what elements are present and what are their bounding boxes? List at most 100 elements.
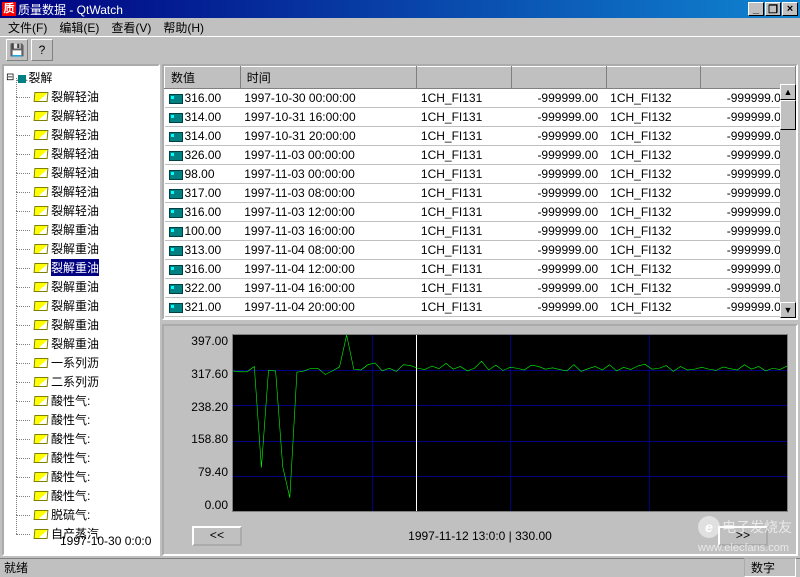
row-icon bbox=[169, 94, 183, 104]
row-icon bbox=[169, 265, 183, 275]
help-button[interactable]: ? bbox=[31, 39, 53, 61]
row-icon bbox=[169, 284, 183, 294]
tree-item[interactable]: 酸性气: bbox=[6, 410, 156, 429]
y-tick-label: 397.00 bbox=[172, 334, 228, 348]
menu-file[interactable]: 文件(F) bbox=[4, 19, 51, 36]
status-left: 就绪 bbox=[4, 559, 28, 576]
tag-icon bbox=[34, 377, 49, 387]
row-icon bbox=[169, 303, 183, 313]
tag-icon bbox=[34, 491, 49, 501]
tree-item-label: 酸性气: bbox=[51, 468, 90, 485]
menu-bar: 文件(F) 编辑(E) 查看(V) 帮助(H) bbox=[0, 18, 800, 36]
row-icon bbox=[169, 170, 183, 180]
table-row[interactable]: 314.001997-10-31 20:00:001CH_FI131-99999… bbox=[165, 127, 796, 146]
window-title: 质量数据 - QtWatch bbox=[18, 1, 748, 18]
tree-item[interactable]: 酸性气: bbox=[6, 391, 156, 410]
tree-item[interactable]: 酸性气: bbox=[6, 429, 156, 448]
menu-view[interactable]: 查看(V) bbox=[107, 19, 155, 36]
tag-icon bbox=[34, 434, 49, 444]
row-icon bbox=[169, 227, 183, 237]
tree-item[interactable]: 裂解重油 bbox=[6, 277, 156, 296]
menu-edit[interactable]: 编辑(E) bbox=[55, 19, 103, 36]
table-row[interactable]: 317.001997-11-03 08:00:001CH_FI131-99999… bbox=[165, 184, 796, 203]
row-icon bbox=[169, 246, 183, 256]
chart-next-button[interactable]: >> bbox=[718, 526, 768, 546]
table-row[interactable]: 100.001997-11-03 16:00:001CH_FI131-99999… bbox=[165, 222, 796, 241]
tree-item[interactable]: 裂解重油 bbox=[6, 334, 156, 353]
table-row[interactable]: 322.001997-11-04 16:00:001CH_FI131-99999… bbox=[165, 279, 796, 298]
tree-item[interactable]: 酸性气: bbox=[6, 486, 156, 505]
tag-icon bbox=[34, 339, 49, 349]
menu-help[interactable]: 帮助(H) bbox=[159, 19, 208, 36]
tree-item[interactable]: 裂解轻油 bbox=[6, 182, 156, 201]
table-row[interactable]: 98.001997-11-03 00:00:001CH_FI131-999999… bbox=[165, 165, 796, 184]
tree-item[interactable]: 裂解重油 bbox=[6, 296, 156, 315]
tree-item[interactable]: 裂解轻油 bbox=[6, 87, 156, 106]
tree-item-label: 裂解重油 bbox=[51, 240, 99, 257]
tree-item-label: 裂解轻油 bbox=[51, 183, 99, 200]
tree-item[interactable]: 裂解轻油 bbox=[6, 201, 156, 220]
tag-icon bbox=[34, 244, 49, 254]
tree-item[interactable]: 裂解轻油 bbox=[6, 106, 156, 125]
grid-scrollbar[interactable]: ▲ ▼ bbox=[780, 84, 796, 318]
tree-item[interactable]: 裂解轻油 bbox=[6, 125, 156, 144]
chart-prev-button[interactable]: << bbox=[192, 526, 242, 546]
tree-item[interactable]: 酸性气: bbox=[6, 448, 156, 467]
row-icon bbox=[169, 208, 183, 218]
tree-item[interactable]: 一系列沥 bbox=[6, 353, 156, 372]
table-row[interactable]: 313.001997-11-04 08:00:001CH_FI131-99999… bbox=[165, 241, 796, 260]
tree-item-label: 酸性气: bbox=[51, 449, 90, 466]
tree-item[interactable]: 酸性气: bbox=[6, 467, 156, 486]
tree-item-label: 裂解轻油 bbox=[51, 164, 99, 181]
table-row[interactable]: 314.001997-10-31 16:00:001CH_FI131-99999… bbox=[165, 108, 796, 127]
y-tick-label: 158.80 bbox=[172, 432, 228, 446]
save-button[interactable]: 💾 bbox=[6, 39, 28, 61]
tag-icon bbox=[34, 225, 49, 235]
tag-icon bbox=[34, 263, 49, 273]
scroll-down-icon[interactable]: ▼ bbox=[780, 302, 796, 318]
column-header[interactable] bbox=[512, 67, 607, 89]
tree-view[interactable]: 裂解 裂解轻油裂解轻油裂解轻油裂解轻油裂解轻油裂解轻油裂解轻油裂解重油裂解重油裂… bbox=[2, 64, 160, 556]
chart-plot[interactable] bbox=[232, 334, 788, 512]
tree-item[interactable]: 裂解轻油 bbox=[6, 163, 156, 182]
tag-icon bbox=[34, 149, 49, 159]
tag-icon bbox=[34, 111, 49, 121]
tree-item[interactable]: 裂解轻油 bbox=[6, 144, 156, 163]
toolbar: 💾 ? bbox=[0, 36, 800, 62]
tree-item[interactable]: 脱硫气: bbox=[6, 505, 156, 524]
tree-item[interactable]: 裂解重油 bbox=[6, 220, 156, 239]
tag-icon bbox=[34, 510, 49, 520]
chart-series bbox=[233, 335, 787, 511]
table-row[interactable]: 316.001997-11-04 12:00:001CH_FI131-99999… bbox=[165, 260, 796, 279]
y-tick-label: 0.00 bbox=[172, 498, 228, 512]
tag-icon bbox=[34, 358, 49, 368]
column-header[interactable] bbox=[417, 67, 512, 89]
table-row[interactable]: 326.001997-11-03 00:00:001CH_FI131-99999… bbox=[165, 146, 796, 165]
column-header[interactable]: 数值 bbox=[165, 67, 241, 89]
tree-item[interactable]: 裂解重油 bbox=[6, 239, 156, 258]
tree-item-label: 裂解重油 bbox=[51, 259, 99, 276]
table-row[interactable]: 316.001997-11-03 12:00:001CH_FI131-99999… bbox=[165, 203, 796, 222]
tree-item[interactable]: 裂解重油 bbox=[6, 258, 156, 277]
tree-item-label: 裂解轻油 bbox=[51, 88, 99, 105]
maximize-button[interactable]: ❐ bbox=[765, 2, 781, 16]
tree-item-label: 裂解轻油 bbox=[51, 126, 99, 143]
minimize-button[interactable]: _ bbox=[748, 2, 764, 16]
scroll-thumb[interactable] bbox=[780, 100, 796, 130]
column-header[interactable]: 时间 bbox=[240, 67, 417, 89]
table-row[interactable]: 308.001997-11-05 00:00:001CH_FI131-99999… bbox=[165, 317, 796, 321]
data-grid[interactable]: 数值时间 316.001997-10-30 00:00:001CH_FI131-… bbox=[162, 64, 798, 320]
tag-icon bbox=[34, 282, 49, 292]
tree-root[interactable]: 裂解 bbox=[6, 68, 156, 87]
tree-item-label: 酸性气: bbox=[51, 487, 90, 504]
tag-icon bbox=[34, 453, 49, 463]
tree-item[interactable]: 裂解重油 bbox=[6, 315, 156, 334]
scroll-up-icon[interactable]: ▲ bbox=[780, 84, 796, 100]
tree-item-label: 二系列沥 bbox=[51, 373, 99, 390]
tree-item[interactable]: 二系列沥 bbox=[6, 372, 156, 391]
close-button[interactable]: × bbox=[782, 2, 798, 16]
table-row[interactable]: 321.001997-11-04 20:00:001CH_FI131-99999… bbox=[165, 298, 796, 317]
house-icon bbox=[16, 73, 28, 83]
table-row[interactable]: 316.001997-10-30 00:00:001CH_FI131-99999… bbox=[165, 89, 796, 108]
column-header[interactable] bbox=[606, 67, 701, 89]
